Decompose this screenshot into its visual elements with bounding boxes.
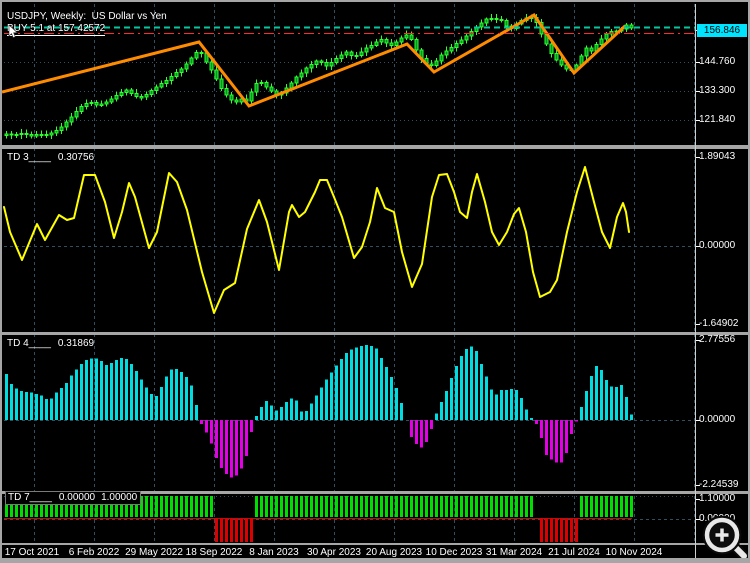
time-axis-label: 10 Nov 2024 [605,547,663,558]
symbol-title: USDJPY, Weekly: US Dollar vs Yen [7,11,167,22]
price-axis-label: 1.89043 [699,151,736,162]
chart-canvas[interactable] [2,2,750,563]
indicator-td7-label: TD 7____ 0.00000 1.00000 [5,491,142,505]
indicator-td3-name: TD 3____ [7,152,51,163]
arrow-cursor-icon [8,25,18,39]
indicator-td4-label: TD 4____ 0.31869 [7,338,94,349]
window-bottom-edge [2,558,748,561]
mt4-chart-window: USDJPY, Weekly: US Dollar vs Yen BUY 5.1… [0,0,750,563]
indicator-td4-value: 0.31869 [57,338,95,349]
indicator-td7-name: TD 7____ [8,492,52,503]
indicator-td7-value1: 0.00000 [58,492,96,503]
trade-position-label: BUY 5.1 at 157.42572 [7,23,106,36]
price-axis-label: -2.24539 [699,479,739,490]
zoom-icon[interactable] [702,516,750,562]
price-axis-label: 0.00000 [699,240,736,251]
price-axis-label: 1.10000 [699,493,736,504]
price-axis-label: 144.760 [699,56,736,67]
indicator-td3-value: 0.30756 [57,152,95,163]
price-axis-label: 121.840 [699,114,736,125]
price-axis-label: -1.64902 [699,318,739,329]
price-axis-label: 133.300 [699,85,736,96]
indicator-td4-name: TD 4____ [7,338,51,349]
price-axis-label: 0.00000 [699,414,736,425]
indicator-td7-value2: 1.00000 [101,492,138,503]
indicator-td3-label: TD 3____ 0.30756 [7,152,94,163]
current-price-tag: 156.846 [697,24,747,37]
price-axis-label: 2.77556 [699,334,736,345]
